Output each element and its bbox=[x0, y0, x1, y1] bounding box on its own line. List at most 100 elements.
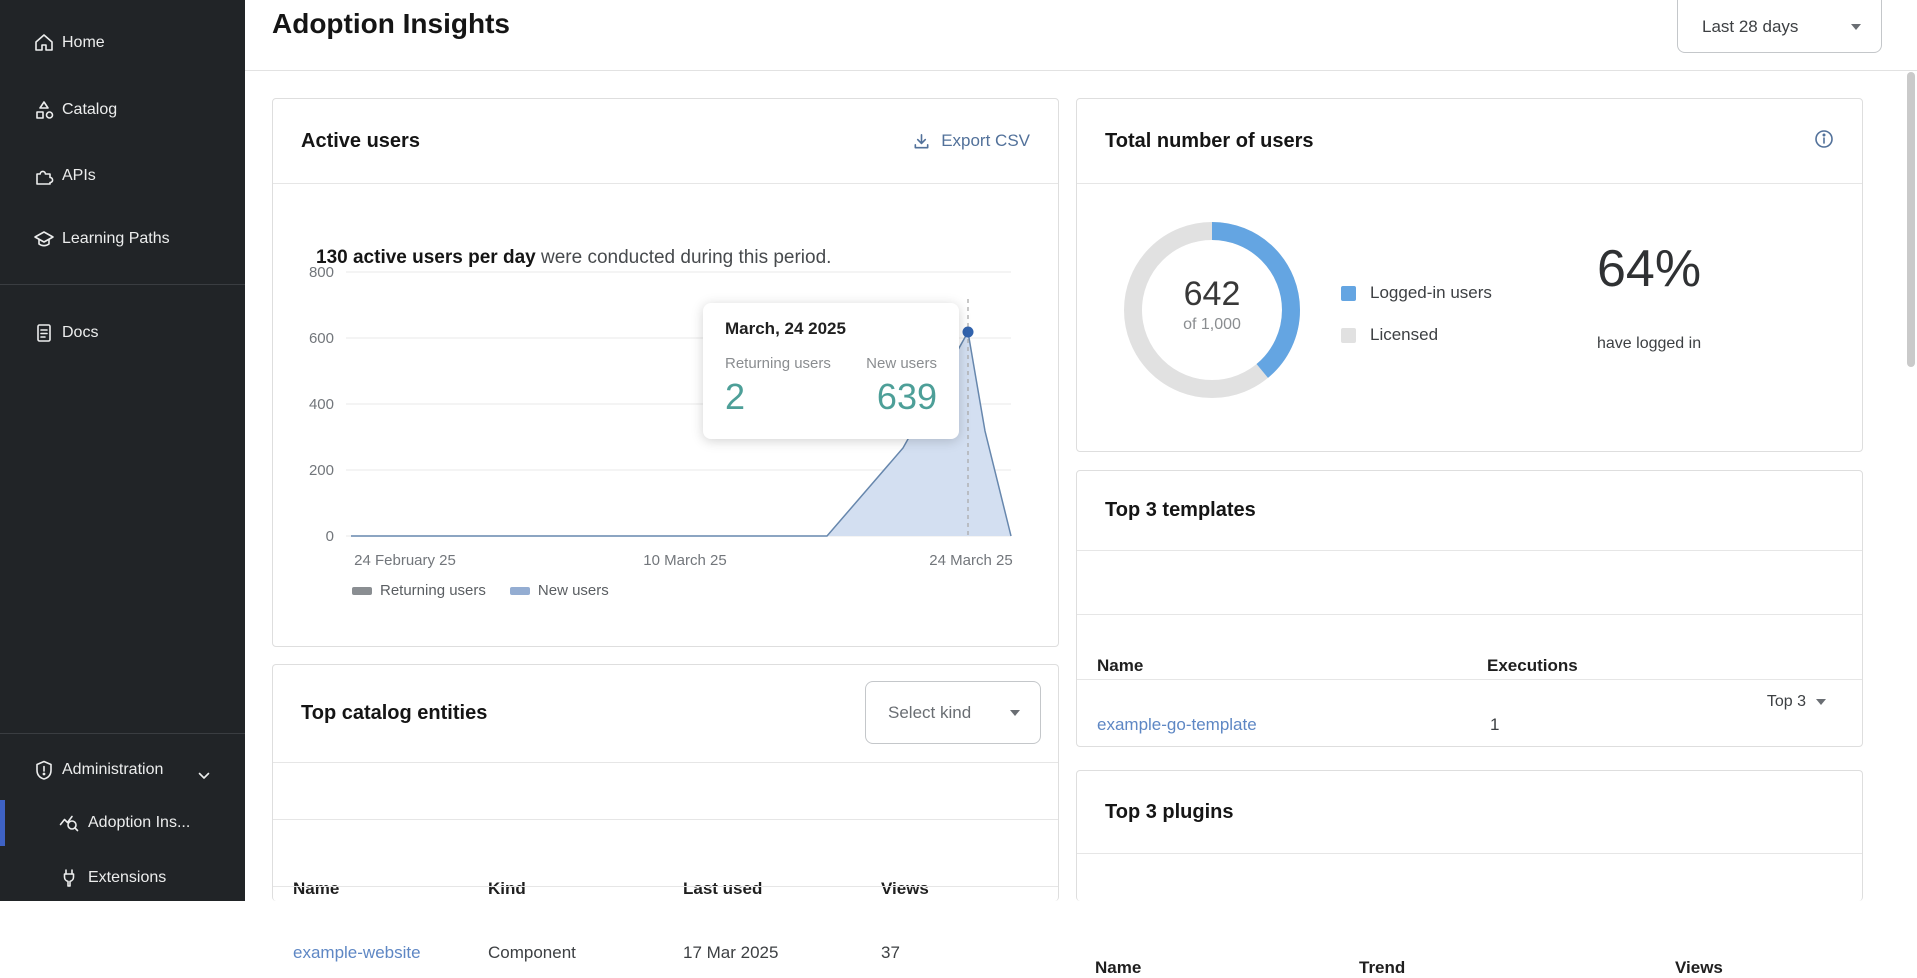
y-tick: 400 bbox=[309, 396, 334, 413]
tooltip-label: New users bbox=[866, 355, 937, 372]
legend-item-licensed: Licensed bbox=[1341, 325, 1492, 345]
scrollbar-thumb[interactable] bbox=[1907, 72, 1915, 367]
docs-icon bbox=[33, 322, 55, 344]
column-header-views: Views bbox=[1675, 958, 1723, 978]
tooltip-date: March, 24 2025 bbox=[725, 319, 937, 339]
donut-denominator: of 1,000 bbox=[1117, 316, 1307, 334]
rows-per-page-select[interactable]: Top 3 bbox=[1767, 693, 1826, 711]
home-icon bbox=[33, 32, 55, 54]
sidebar-item-home[interactable]: Home bbox=[0, 19, 245, 67]
column-header-executions: Executions bbox=[1487, 656, 1578, 676]
total-users-card: Total number of users 642 of 1,000 Logge… bbox=[1076, 98, 1863, 452]
plug-icon bbox=[58, 867, 80, 889]
template-link[interactable]: example-go-template bbox=[1097, 715, 1257, 735]
kind-select[interactable]: Select kind bbox=[865, 681, 1041, 744]
sidebar-item-label: APIs bbox=[62, 167, 96, 185]
sidebar-item-adoption-insights[interactable]: Adoption Ins... bbox=[0, 799, 245, 847]
export-csv-button[interactable]: Export CSV bbox=[912, 131, 1030, 151]
chart-tooltip: March, 24 2025 Returning users 2 New use… bbox=[703, 303, 959, 439]
tooltip-value: 2 bbox=[725, 376, 831, 418]
y-tick: 600 bbox=[309, 330, 334, 347]
sidebar-item-catalog[interactable]: Catalog bbox=[0, 86, 245, 134]
sidebar-item-label: Home bbox=[62, 34, 105, 52]
legend-swatch bbox=[1341, 286, 1356, 301]
legend-item-returning-users: Returning users bbox=[352, 582, 486, 599]
sidebar-item-learning-paths[interactable]: Learning Paths bbox=[0, 215, 245, 263]
table-divider bbox=[1077, 614, 1862, 615]
chart-legend: Returning users New users bbox=[352, 582, 609, 599]
entity-link[interactable]: example-website bbox=[293, 943, 421, 963]
x-tick: 24 March 25 bbox=[929, 552, 1012, 569]
sidebar-divider bbox=[0, 284, 245, 285]
x-tick: 24 February 25 bbox=[354, 552, 456, 569]
date-range-select[interactable]: Last 28 days bbox=[1677, 0, 1882, 53]
tooltip-value: 639 bbox=[866, 376, 937, 418]
y-tick: 200 bbox=[309, 462, 334, 479]
card-title: Top 3 plugins bbox=[1105, 801, 1234, 824]
views-value: 37 bbox=[881, 943, 900, 963]
sidebar-item-label: Extensions bbox=[88, 869, 166, 887]
column-header-name: Name bbox=[293, 879, 339, 899]
caret-down-icon bbox=[1010, 710, 1020, 716]
legend-item-logged-in: Logged-in users bbox=[1341, 283, 1492, 303]
apis-icon bbox=[33, 165, 55, 187]
sidebar: Home Catalog APIs Learning Paths Docs Ad… bbox=[0, 0, 245, 901]
page-title: Adoption Insights bbox=[272, 8, 510, 40]
info-icon[interactable] bbox=[1814, 129, 1834, 154]
percent-value: 64% bbox=[1597, 239, 1701, 299]
sidebar-item-label: Learning Paths bbox=[62, 230, 170, 248]
executions-value: 1 bbox=[1490, 715, 1499, 735]
learning-paths-icon bbox=[33, 228, 55, 250]
adoption-insights-icon bbox=[58, 812, 80, 834]
shield-exclamation-icon bbox=[33, 759, 55, 781]
sidebar-item-extensions[interactable]: Extensions bbox=[0, 854, 245, 902]
data-point-dot bbox=[963, 327, 974, 338]
sidebar-item-docs[interactable]: Docs bbox=[0, 309, 245, 357]
date-range-value: Last 28 days bbox=[1702, 17, 1798, 37]
card-title: Top catalog entities bbox=[301, 702, 487, 725]
top-plugins-card: Top 3 plugins Name Trend Views bbox=[1076, 770, 1863, 901]
column-header-name: Name bbox=[1097, 656, 1143, 676]
column-header-name: Name bbox=[1095, 958, 1141, 978]
card-title: Top 3 templates bbox=[1105, 499, 1256, 522]
column-header-views: Views bbox=[881, 879, 929, 899]
x-tick: 10 March 25 bbox=[643, 552, 726, 569]
legend-swatch bbox=[1341, 328, 1356, 343]
sidebar-item-label: Adoption Ins... bbox=[88, 814, 190, 832]
caret-down-icon bbox=[1816, 699, 1826, 705]
catalog-icon bbox=[33, 99, 55, 121]
card-title: Total number of users bbox=[1105, 130, 1314, 153]
sidebar-item-label: Administration bbox=[62, 761, 163, 779]
top-templates-card: Top 3 templates Name Executions example-… bbox=[1076, 470, 1863, 747]
legend-swatch bbox=[352, 587, 372, 595]
selected-indicator bbox=[0, 800, 5, 846]
donut-value: 642 bbox=[1117, 275, 1307, 314]
legend-swatch bbox=[510, 587, 530, 595]
kind-value: Component bbox=[488, 943, 576, 963]
column-header-last-used: Last used bbox=[683, 879, 762, 899]
sidebar-item-administration[interactable]: Administration bbox=[0, 746, 245, 794]
header-divider bbox=[245, 70, 1917, 71]
table-divider bbox=[1077, 679, 1862, 680]
y-tick: 800 bbox=[309, 264, 334, 281]
sidebar-divider bbox=[0, 733, 245, 734]
sidebar-item-apis[interactable]: APIs bbox=[0, 152, 245, 200]
column-header-trend: Trend bbox=[1359, 958, 1405, 978]
donut-chart: 642 of 1,000 bbox=[1117, 215, 1307, 405]
donut-legend: Logged-in users Licensed bbox=[1341, 283, 1492, 367]
table-divider bbox=[273, 886, 1058, 887]
sidebar-item-label: Docs bbox=[62, 324, 98, 342]
caret-down-icon bbox=[1851, 24, 1861, 30]
kind-select-value: Select kind bbox=[888, 703, 971, 723]
tooltip-label: Returning users bbox=[725, 355, 831, 372]
percent-caption: have logged in bbox=[1597, 335, 1701, 353]
download-icon bbox=[912, 132, 931, 151]
sidebar-item-label: Catalog bbox=[62, 101, 117, 119]
y-tick: 0 bbox=[326, 528, 334, 545]
column-header-kind: Kind bbox=[488, 879, 526, 899]
chevron-down-icon bbox=[198, 767, 210, 785]
card-title: Active users bbox=[301, 130, 420, 153]
legend-item-new-users: New users bbox=[510, 582, 609, 599]
last-used-value: 17 Mar 2025 bbox=[683, 943, 778, 963]
table-divider bbox=[273, 819, 1058, 820]
